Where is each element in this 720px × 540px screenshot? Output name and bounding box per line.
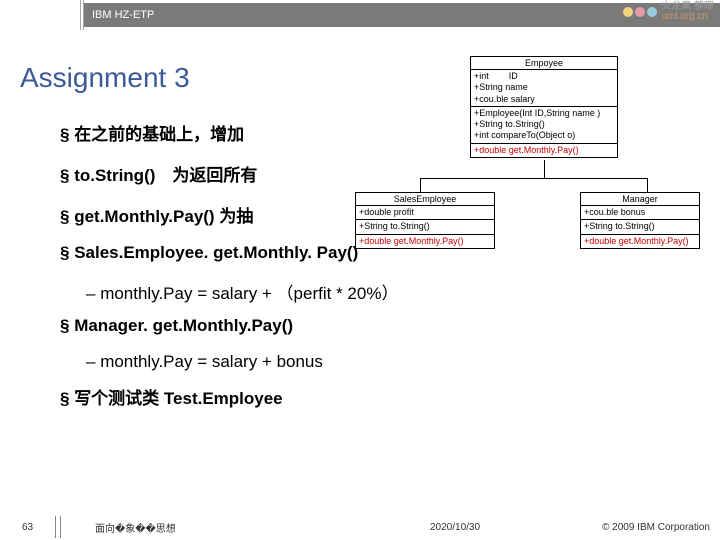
sub-4: monthly.Pay = salary + （perfit * 20%）	[86, 279, 700, 304]
brand-line2: uml.org.cn	[661, 12, 714, 22]
page-number: 63	[0, 522, 55, 533]
footer: 63 面向�象��思想 2020/10/30 © 2009 IBM Corpor…	[0, 514, 720, 540]
uml-employee-attrs: +int ID +String name +cou.ble salary	[471, 70, 617, 107]
uml-employee-name: Empoyee	[471, 57, 617, 70]
footer-divider-2	[60, 516, 61, 538]
footer-subject: 面向�象��思想	[95, 520, 176, 535]
page-title: Assignment 3	[20, 62, 190, 94]
sub-5: monthly.Pay = salary + bonus	[86, 352, 700, 372]
project-name: IBM HZ-ETP	[92, 9, 154, 21]
bullet-3: get.Monthly.Pay() 为抽	[60, 202, 700, 227]
bullet-4: Sales.Employee. get.Monthly. Pay()	[60, 243, 700, 263]
footer-divider-1	[55, 516, 56, 538]
bullet-6: 写个测试类 Test.Employee	[60, 384, 700, 409]
bullet-2: to.String() 为返回所有	[60, 161, 700, 186]
bullet-1: 在之前的基础上，增加	[60, 120, 700, 145]
footer-date: 2020/10/30	[430, 522, 480, 533]
bullet-5: Manager. get.Monthly.Pay()	[60, 316, 700, 336]
content-area: 在之前的基础上，增加 to.String() 为返回所有 get.Monthly…	[60, 120, 700, 425]
brand-logo: 火龙果 整理 uml.org.cn	[623, 2, 714, 22]
brand-dots	[623, 7, 657, 17]
header-divider-1	[80, 0, 81, 30]
footer-copyright: © 2009 IBM Corporation	[602, 522, 710, 533]
